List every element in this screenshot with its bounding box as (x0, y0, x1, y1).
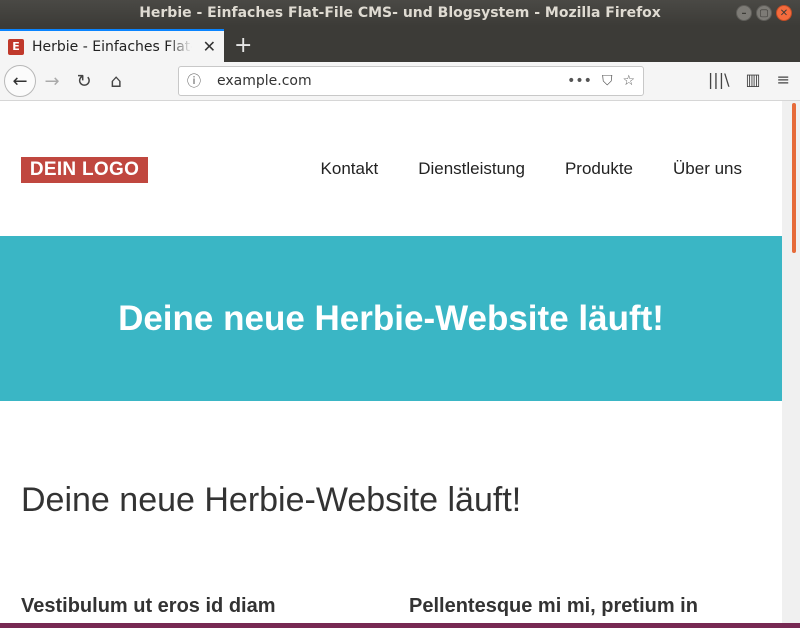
close-window-button[interactable]: ✕ (776, 5, 792, 21)
toolbar-right: |||\ ▥ ≡ (708, 70, 790, 89)
new-tab-button[interactable]: + (234, 33, 252, 58)
home-button[interactable]: ⌂ (100, 71, 132, 92)
site-info-icon[interactable]: ⓘ (187, 71, 207, 91)
column-heading-1: Vestibulum ut eros id diam (21, 595, 276, 617)
content-title: Deine neue Herbie-Website läuft! (21, 481, 522, 519)
minimize-button[interactable]: – (736, 5, 752, 21)
pocket-icon[interactable]: ⛉ (602, 73, 613, 89)
back-button[interactable]: ← (4, 65, 36, 97)
window-titlebar: Herbie - Einfaches Flat-File CMS- und Bl… (0, 0, 800, 26)
forward-button[interactable]: → (36, 71, 68, 92)
url-text[interactable]: example.com (217, 73, 312, 89)
browser-tab[interactable]: E Herbie - Einfaches Flat-File CMS- und … (0, 29, 224, 62)
window-title: Herbie - Einfaches Flat-File CMS- und Bl… (139, 5, 661, 21)
tab-title: Herbie - Einfaches Flat-File CMS- und Bl… (32, 38, 192, 55)
menu-item-ueber-uns[interactable]: Über uns (673, 159, 742, 179)
sidebar-icon[interactable]: ▥ (745, 70, 760, 89)
url-actions: ••• ⛉ ☆ (567, 73, 635, 89)
hero-title: Deine neue Herbie-Website läuft! (118, 298, 664, 338)
web-page: DEIN LOGO Kontakt Dienstleistung Produkt… (0, 101, 782, 623)
site-header: DEIN LOGO Kontakt Dienstleistung Produkt… (0, 101, 782, 236)
menu-item-kontakt[interactable]: Kontakt (321, 159, 379, 179)
scrollbar-thumb[interactable] (792, 103, 796, 253)
tab-strip: E Herbie - Einfaches Flat-File CMS- und … (0, 26, 800, 62)
menu-item-dienstleistung[interactable]: Dienstleistung (418, 159, 525, 179)
bookmark-star-icon[interactable]: ☆ (622, 73, 635, 89)
tab-close-icon[interactable]: ✕ (203, 37, 216, 56)
page-actions-icon[interactable]: ••• (567, 73, 592, 89)
site-logo[interactable]: DEIN LOGO (21, 157, 148, 183)
page-scrollbar[interactable] (782, 101, 800, 623)
url-bar[interactable]: ⓘ example.com ••• ⛉ ☆ (178, 66, 644, 96)
menu-item-produkte[interactable]: Produkte (565, 159, 633, 179)
library-icon[interactable]: |||\ (708, 70, 730, 89)
reload-button[interactable]: ↻ (68, 71, 100, 92)
column-heading-2: Pellentesque mi mi, pretium in (409, 595, 698, 617)
maximize-button[interactable]: ▢ (756, 5, 772, 21)
hamburger-menu-icon[interactable]: ≡ (777, 70, 790, 89)
navigation-toolbar: ← → ↻ ⌂ ⓘ example.com ••• ⛉ ☆ |||\ ▥ ≡ (0, 62, 800, 101)
hero-banner: Deine neue Herbie-Website läuft! (0, 236, 782, 401)
site-menu: Kontakt Dienstleistung Produkte Über uns (321, 159, 742, 179)
desktop-edge (0, 623, 800, 628)
window-controls: – ▢ ✕ (736, 5, 792, 21)
favicon-icon: E (8, 38, 24, 55)
